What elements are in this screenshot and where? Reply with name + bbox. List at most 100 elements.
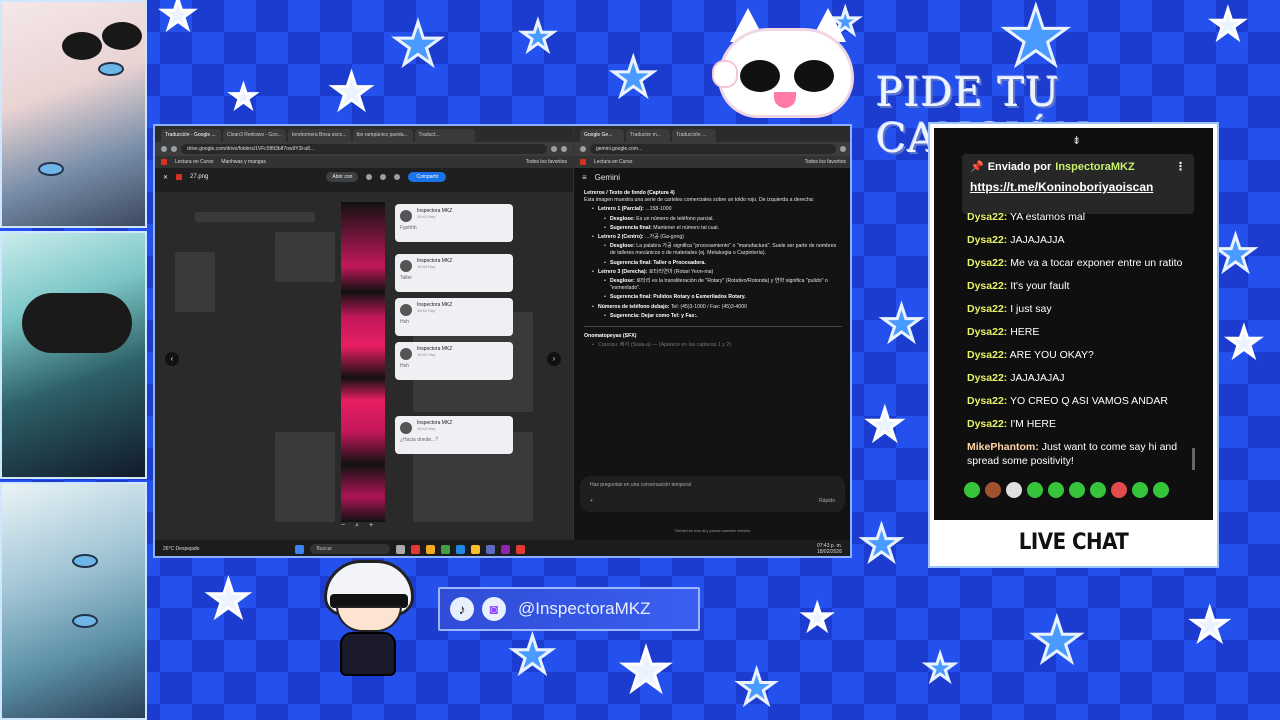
app-icon[interactable]: [441, 544, 451, 554]
previous-arrow-icon[interactable]: ‹: [165, 352, 179, 366]
bookmark-item[interactable]: Lectura en Curso: [594, 159, 632, 165]
mode-selector[interactable]: Rápido: [819, 498, 835, 504]
bubble-message: ¿Hacia donde...?: [400, 437, 439, 443]
open-with-button[interactable]: Abrir con: [326, 172, 359, 182]
pinned-link[interactable]: https://t.me/Koninoboriyaoiscan: [970, 180, 1186, 194]
bubble-time: 19:41 Hoy: [417, 308, 436, 313]
browser-tab[interactable]: tondromera Bova esco...: [288, 129, 351, 142]
chat-username[interactable]: Dysa22:: [967, 303, 1007, 315]
print-icon[interactable]: [394, 174, 401, 180]
app-icon[interactable]: [501, 544, 511, 554]
zoom-in-icon[interactable]: +: [369, 522, 373, 530]
item-label: Sugerencia final:: [610, 224, 652, 231]
chat-message: Dysa22: YA estamos mal: [967, 210, 1203, 224]
item-value: ...158-1000: [645, 206, 672, 213]
star-decoration-icon: ★: [1212, 225, 1258, 284]
browser-tab[interactable]: Clean3 Redraws - Goo...: [223, 129, 287, 142]
app-icon[interactable]: [516, 544, 526, 554]
star-decoration-icon: ★: [865, 399, 906, 451]
menu-icon[interactable]: ≡: [582, 173, 587, 182]
star-decoration-icon: ★: [509, 625, 557, 686]
chat-username[interactable]: Dysa22:: [967, 372, 1007, 384]
star-decoration-icon: ★: [1209, 1, 1248, 50]
extension-icon[interactable]: [551, 146, 557, 152]
zoom-icon[interactable]: ⌕: [355, 522, 359, 530]
chrome-icon[interactable]: [471, 544, 481, 554]
bookmark-item[interactable]: Lectura en Curso: [175, 159, 213, 165]
browser-tab[interactable]: Traducción - Google ...: [161, 129, 221, 142]
chat-text: I just say: [1010, 303, 1052, 315]
star-decoration-icon: ★: [1188, 599, 1230, 653]
app-title: Gemini: [594, 172, 621, 182]
chat-username[interactable]: Dysa22:: [967, 395, 1007, 407]
add-shortcut-icon[interactable]: [366, 174, 373, 180]
chat-emote-icon: [1006, 482, 1022, 498]
chat-username[interactable]: Dysa22:: [967, 234, 1007, 246]
prompt-input[interactable]: Haz preguntas en una conversación tempor…: [580, 476, 845, 512]
discord-icon[interactable]: [486, 544, 496, 554]
chat-message: Dysa22: I just say: [967, 302, 1203, 316]
item-title: Números de teléfono debajo:: [598, 303, 670, 310]
download-icon[interactable]: [380, 174, 387, 180]
windows-taskbar: 26°C Despejado Buscar 07:43 p. m. 18/02/…: [155, 540, 850, 556]
browser-tab[interactable]: Traducción ...: [672, 129, 716, 142]
browser-tab[interactable]: Traduct...: [414, 129, 475, 142]
share-button[interactable]: Compartir: [408, 172, 447, 182]
close-icon[interactable]: ✕: [163, 174, 168, 181]
chat-username[interactable]: Dysa22:: [967, 349, 1007, 361]
browser-tab[interactable]: tbo rampánico pueda...: [352, 129, 413, 142]
bookmark-icon: [580, 159, 586, 165]
folder-icon[interactable]: [426, 544, 436, 554]
back-icon[interactable]: [580, 146, 586, 152]
chat-username[interactable]: Dysa22:: [967, 326, 1007, 338]
chat-emote-icon: [985, 482, 1001, 498]
zoom-out-icon[interactable]: −: [341, 522, 345, 530]
pin-toggle-icon[interactable]: ⇟: [1072, 134, 1081, 147]
more-icon[interactable]: ⋮: [1175, 160, 1186, 173]
chat-emote-icon: [1048, 482, 1064, 498]
browser-tab[interactable]: Traductor m...: [626, 129, 670, 142]
start-icon[interactable]: [295, 544, 305, 554]
item-label: Sugerencia:: [610, 312, 640, 319]
chat-username[interactable]: Dysa22:: [967, 418, 1007, 430]
chat-emote-icon: [1153, 482, 1169, 498]
item-value: 로타리연마 (Rotari Yeon-ma): [648, 268, 714, 275]
weather-widget[interactable]: 26°C Despejado: [163, 546, 199, 552]
chat-username[interactable]: Dysa22:: [967, 280, 1007, 292]
app-icon[interactable]: [456, 544, 466, 554]
app-icon[interactable]: [411, 544, 421, 554]
item-text: Dejar como Tel: y Fax:.: [641, 312, 698, 319]
add-icon[interactable]: +: [590, 498, 593, 504]
tiktok-icon: ♪: [450, 597, 474, 621]
bookmark-item[interactable]: Todos los favoritos: [805, 159, 846, 165]
url-field[interactable]: gemini.google.com...: [590, 144, 836, 154]
chat-message: Dysa22: It's your fault: [967, 279, 1203, 293]
back-icon[interactable]: [161, 146, 167, 152]
chat-bubble: Inspectora MKZ 19:43 Hoy Taller: [395, 254, 513, 292]
drive-browser-window: Traducción - Google ... Clean3 Redraws -…: [155, 126, 573, 540]
section-heading: Letreros / Texto de fondo (Captura 4): [584, 190, 675, 196]
chat-username[interactable]: Dysa22:: [967, 257, 1007, 269]
star-decoration-icon: ★: [519, 13, 558, 62]
item-label: Sugerencia final:: [610, 294, 652, 301]
browser-tab[interactable]: Google Ge...: [580, 129, 624, 142]
url-field[interactable]: drive.google.com/drive/folders/1VFc5f8t3…: [181, 144, 547, 154]
item-title: Letrero 1 (Parcial):: [598, 206, 644, 213]
taskbar-search[interactable]: Buscar: [310, 544, 391, 554]
chat-username[interactable]: Dysa22:: [967, 211, 1007, 223]
chat-username[interactable]: MikePhantom:: [967, 441, 1039, 453]
system-clock[interactable]: 07:43 p. m. 18/02/2026: [817, 543, 842, 555]
tab-bar: Google Ge... Traductor m... Traducción .…: [574, 126, 850, 142]
chat-message: MikePhantom: Just want to come say hi an…: [967, 440, 1203, 468]
bubble-time: 19:41 Hoy: [417, 352, 436, 357]
next-arrow-icon[interactable]: ›: [547, 352, 561, 366]
menu-icon[interactable]: [561, 146, 567, 152]
bookmark-item[interactable]: Todos los favoritos: [526, 159, 567, 165]
bookmark-item[interactable]: Manhwas y mangas: [221, 159, 265, 165]
reload-icon[interactable]: [171, 146, 177, 152]
chat-message: Dysa22: YO CREO Q ASI VAMOS ANDAR: [967, 394, 1203, 408]
menu-icon[interactable]: [840, 146, 846, 152]
task-view-icon[interactable]: [396, 544, 406, 554]
chat-scrollbar[interactable]: [1192, 448, 1195, 470]
item-label: Sugerencia final:: [610, 259, 652, 266]
